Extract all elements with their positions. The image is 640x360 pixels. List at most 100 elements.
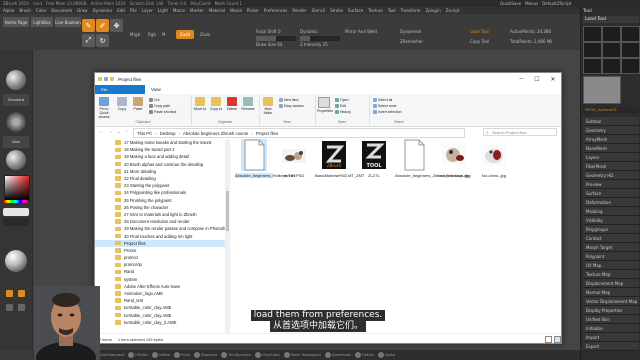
pin-quick-access-button[interactable]: Pin to Quick access xyxy=(97,97,111,119)
load-tool-palette-button[interactable]: Load Tool xyxy=(583,16,639,23)
select-none-button[interactable]: Select none xyxy=(373,104,397,108)
tool-subpalette-item[interactable]: Export xyxy=(583,342,639,351)
invert-selection-button[interactable]: Invert selection xyxy=(373,110,402,114)
nav-folder-item[interactable]: 23 Starting the polypaint xyxy=(95,182,225,189)
nav-folder-item[interactable]: system xyxy=(95,276,225,283)
back-arrow-icon[interactable]: ← xyxy=(99,129,104,135)
menu-item-file[interactable]: File xyxy=(130,8,137,13)
tool-subpalette-item[interactable]: Morph Target xyxy=(583,243,639,252)
nav-folder-item[interactable]: 27 Intro to materials and light in Zbrus… xyxy=(95,211,225,218)
nav-folder-item[interactable]: Rand_test xyxy=(95,297,225,304)
live-boolean-button[interactable]: Live Boolean xyxy=(55,17,81,27)
file-item[interactable]: fox-chino-.jpg xyxy=(475,139,513,178)
menu-item-material[interactable]: Material xyxy=(209,8,225,13)
secondary-color-swatch[interactable] xyxy=(3,218,29,226)
file-item[interactable]: fox-chino-crop-.jpg xyxy=(435,139,473,178)
nav-folder-item[interactable]: 21 More detailing xyxy=(95,168,225,175)
menu-item-document[interactable]: Document xyxy=(51,8,72,13)
tool-subpalette-item[interactable]: Subtool xyxy=(583,117,639,126)
search-input[interactable]: ⌕ Search Project files xyxy=(483,128,557,136)
tool-subpalette-item[interactable]: Polypaint xyxy=(583,252,639,261)
menu-item-surface[interactable]: Surface xyxy=(348,8,363,13)
select-all-button[interactable]: Select all xyxy=(373,98,392,102)
nav-folder-item[interactable]: promo1 xyxy=(95,254,225,261)
copy-path-button[interactable]: Copy path xyxy=(149,104,170,108)
brush-slot[interactable]: Snakehook xyxy=(324,352,351,358)
matcap-sphere-icon[interactable] xyxy=(5,250,27,272)
lightbox-button[interactable]: LightBox xyxy=(31,17,53,27)
close-icon[interactable]: ✕ xyxy=(545,73,561,85)
menu-item-render[interactable]: Render xyxy=(292,8,306,13)
stroke-dots-icon[interactable] xyxy=(6,112,26,132)
open-button[interactable]: Open xyxy=(335,98,349,102)
up-arrow-icon[interactable]: ↑ xyxy=(125,129,128,135)
scale-mode-button[interactable]: ⤢ xyxy=(82,34,95,47)
file-item[interactable]: TOOL ZLZTL xyxy=(355,139,393,178)
tool-subpalette-item[interactable]: Polygroups xyxy=(583,225,639,234)
load-tool-button[interactable]: Load Tool xyxy=(470,29,489,34)
new-folder-icon[interactable] xyxy=(110,77,114,81)
move-mode-button[interactable]: ✥ xyxy=(110,19,123,32)
tool-subpalette-item[interactable]: Display Properties xyxy=(583,306,639,315)
brush-slot[interactable]: hPolish xyxy=(128,352,148,358)
navigation-scrollbar[interactable] xyxy=(225,139,230,333)
z-intensity-slider[interactable] xyxy=(300,36,340,41)
nav-folder-item[interactable]: Project files xyxy=(95,239,225,247)
grid-icon[interactable] xyxy=(18,304,25,311)
menu-item-layer[interactable]: Layer xyxy=(142,8,153,13)
home-page-button[interactable]: Home Page xyxy=(3,17,29,27)
nav-folder-item[interactable]: turntable_color_clay.AME xyxy=(95,312,225,319)
brush-slot[interactable]: Alpha xyxy=(378,352,395,358)
brush-standard-icon[interactable] xyxy=(6,70,26,90)
menu-item-movie[interactable]: Movie xyxy=(230,8,242,13)
easy-access-button[interactable]: Easy access xyxy=(279,104,304,108)
address-bar[interactable]: This PC › Desktop › Absolute beginners Z… xyxy=(133,128,465,138)
menu-item-macro[interactable]: Macro xyxy=(173,8,185,13)
tool-subpalette-item[interactable]: Displacement Map xyxy=(583,279,639,288)
brush-slot[interactable]: Pinch xyxy=(173,352,190,358)
breadcrumb-desktop[interactable]: Desktop xyxy=(160,131,176,136)
tool-thumb[interactable] xyxy=(621,26,640,42)
tool-subpalette-item[interactable]: Geometry HD xyxy=(583,171,639,180)
edit-mode-button[interactable]: ✎ xyxy=(82,19,95,32)
zsub-toggle[interactable]: Zsub xyxy=(200,32,210,37)
tool-thumb[interactable] xyxy=(602,42,621,58)
tool-subpalette-item[interactable]: Visibility xyxy=(583,216,639,225)
material-icon[interactable] xyxy=(6,150,26,170)
light-2-icon[interactable] xyxy=(18,290,25,297)
nav-folder-item[interactable]: 26 Posing the character xyxy=(95,204,225,211)
nav-folder-item[interactable]: 25 Finishing the polypaint xyxy=(95,197,225,204)
color-picker[interactable] xyxy=(4,175,30,201)
tab-view[interactable]: View xyxy=(145,85,167,94)
brush-slot[interactable]: Move Topological xyxy=(283,352,321,358)
file-item[interactable]: ZBrush BasicMaterial%02.MT_ZMT xyxy=(315,139,364,178)
quicksave-button[interactable]: QuickSave xyxy=(500,1,521,6)
paste-button[interactable]: Paste xyxy=(131,97,145,111)
rgb-toggle[interactable]: Rgb xyxy=(148,32,156,37)
tool-subpalette-item[interactable]: Geometry xyxy=(583,126,639,135)
menu-item-zscript[interactable]: Zscript xyxy=(446,8,460,13)
brush-slot[interactable]: Inflate xyxy=(151,352,170,358)
tool-thumb[interactable] xyxy=(602,58,621,74)
nav-folder-item[interactable]: Adobe After Effects Auto-Save xyxy=(95,283,225,290)
menu-item-texture[interactable]: Texture xyxy=(368,8,383,13)
tool-subpalette-item[interactable]: Surface xyxy=(583,189,639,198)
nav-folder-item[interactable]: 19 Making a face and adding detail xyxy=(95,153,225,160)
hue-slider[interactable] xyxy=(4,200,28,203)
history-button[interactable]: History xyxy=(335,110,351,114)
nav-folder-item[interactable]: 28 Document resolution and render xyxy=(95,218,225,225)
menu-item-brush[interactable]: Brush xyxy=(19,8,31,13)
nav-folder-item[interactable]: 22 Final detailing xyxy=(95,175,225,182)
tool-subpalette-item[interactable]: Import xyxy=(583,333,639,342)
breadcrumb-course[interactable]: Absolute beginners Zbrush course xyxy=(183,131,248,136)
move-to-button[interactable]: Move to xyxy=(193,97,207,111)
menu-item-preferences[interactable]: Preferences xyxy=(264,8,288,13)
menu-item-stroke[interactable]: Stroke xyxy=(330,8,343,13)
main-color-swatch[interactable] xyxy=(3,208,29,216)
brush-slot[interactable]: Flatten xyxy=(354,352,374,358)
menu-item-draw[interactable]: Draw xyxy=(77,8,87,13)
nav-folder-item[interactable]: 30 Final touches and adding rim light xyxy=(95,232,225,239)
minimize-icon[interactable]: – xyxy=(513,73,529,85)
nav-folder-item[interactable]: Promo xyxy=(95,247,225,254)
menus-toggle[interactable]: Menus xyxy=(525,1,538,6)
